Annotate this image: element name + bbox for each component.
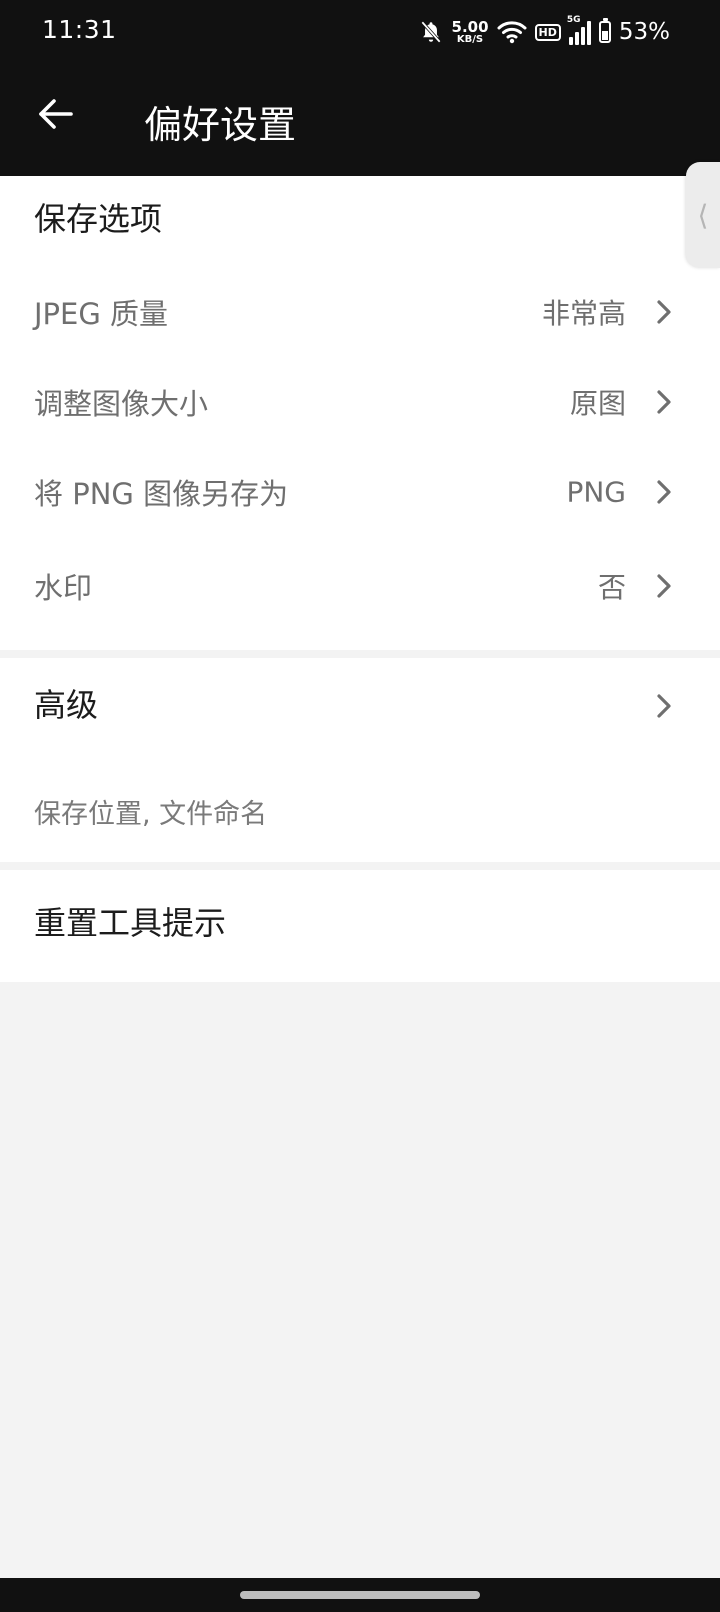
- jpeg-quality-label: JPEG 质量: [34, 297, 169, 331]
- chevron-right-icon: [657, 574, 671, 598]
- advanced-subtitle: 保存位置, 文件命名: [34, 799, 268, 830]
- chevron-left-icon: ⟨: [697, 198, 709, 232]
- resize-image-label: 调整图像大小: [34, 387, 209, 421]
- page-title: 偏好设置: [144, 103, 297, 147]
- home-indicator[interactable]: [240, 1591, 480, 1599]
- save-png-as-value: PNG: [566, 475, 626, 509]
- save-png-as-row[interactable]: 将 PNG 图像另存为 PNG: [0, 448, 720, 536]
- save-options-section: 保存选项 JPEG 质量 非常高 调整图像大小 原图 将 PNG 图像另存为 P…: [0, 176, 720, 650]
- watermark-label: 水印: [34, 571, 93, 605]
- resize-image-row[interactable]: 调整图像大小 原图: [0, 358, 720, 446]
- bell-off-icon: [420, 21, 441, 43]
- reset-tips-row[interactable]: 重置工具提示: [0, 870, 720, 982]
- status-icons: 5.00 KB/S HD 5G 53%: [418, 12, 670, 52]
- navigation-bar: [0, 1578, 720, 1612]
- side-panel-handle[interactable]: ⟨: [686, 162, 720, 268]
- network-type: 5G: [566, 15, 581, 25]
- net-speed-value: 5.00: [451, 17, 489, 36]
- chevron-right-icon: [657, 390, 671, 414]
- net-speed-unit: KB/S: [456, 33, 484, 45]
- status-bar: 11:31 5.00 KB/S HD 5G 53%: [0, 0, 720, 64]
- chevron-right-icon: [657, 694, 671, 718]
- signal-icon: 5G: [567, 15, 591, 45]
- back-button[interactable]: [34, 92, 78, 136]
- save-options-title: 保存选项: [34, 200, 163, 238]
- watermark-value: 否: [597, 571, 626, 604]
- advanced-section[interactable]: 高级 保存位置, 文件命名: [0, 658, 720, 862]
- chevron-right-icon: [657, 300, 671, 324]
- wifi-icon: [497, 21, 527, 44]
- reset-tips-label: 重置工具提示: [34, 904, 227, 942]
- app-bar: 偏好设置: [0, 64, 720, 176]
- chevron-right-icon: [657, 480, 671, 504]
- status-time: 11:31: [42, 15, 117, 44]
- resize-image-value: 原图: [569, 387, 626, 420]
- arrow-left-icon: [39, 99, 73, 129]
- battery-percent: 53%: [618, 19, 670, 45]
- jpeg-quality-row[interactable]: JPEG 质量 非常高: [0, 268, 720, 356]
- battery-icon: [598, 18, 611, 43]
- save-png-as-label: 将 PNG 图像另存为: [34, 477, 289, 511]
- hd-badge: HD: [534, 23, 561, 41]
- jpeg-quality-value: 非常高: [541, 297, 626, 330]
- net-speed: 5.00 KB/S: [451, 17, 489, 45]
- advanced-title: 高级: [34, 686, 99, 724]
- watermark-row[interactable]: 水印 否: [0, 542, 720, 630]
